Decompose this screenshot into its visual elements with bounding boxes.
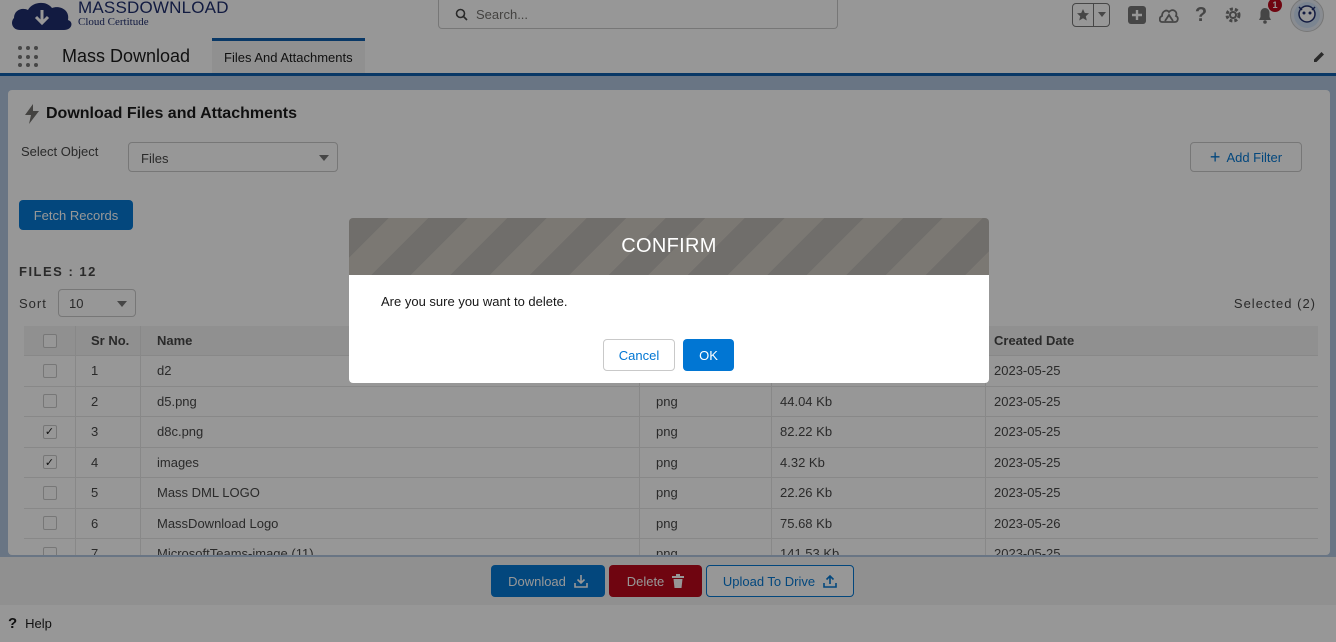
modal-message: Are you sure you want to delete. [381,294,568,309]
cancel-label: Cancel [618,347,660,363]
modal-title: CONFIRM [621,235,717,257]
modal-header: CONFIRM [349,218,989,275]
modal-body: Are you sure you want to delete. Cancel … [349,275,989,383]
confirm-modal: CONFIRM Are you sure you want to delete.… [349,218,989,383]
cancel-button[interactable]: Cancel [603,339,675,371]
ok-label: OK [699,347,718,363]
ok-button[interactable]: OK [683,339,734,371]
